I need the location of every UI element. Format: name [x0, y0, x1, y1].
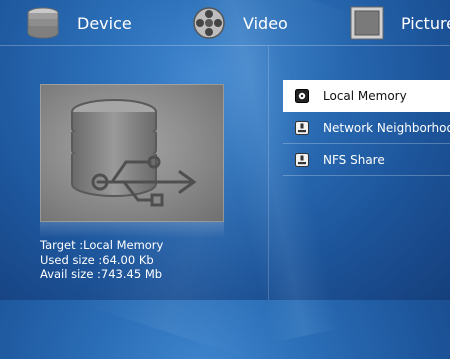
- source-list: Local Memory Network Neighborhood NFS Sh…: [283, 80, 450, 176]
- tab-picture-label: Picture: [401, 13, 450, 33]
- network-drive-icon: [295, 152, 309, 167]
- used-size-text: Used size :64.00 Kb: [40, 252, 154, 267]
- avail-size-text: Avail size :743.45 Mb: [40, 267, 163, 281]
- list-item-nfs-share[interactable]: NFS Share: [283, 144, 450, 176]
- tab-video[interactable]: Video: [192, 0, 288, 46]
- network-drive-icon: [295, 120, 309, 135]
- target-text: Target :Local Memory: [40, 238, 164, 252]
- picture-frame-icon: [350, 6, 384, 40]
- tab-video-label: Video: [243, 13, 288, 33]
- storage-info: Target :Local Memory Used size :64.00 Kb…: [40, 238, 163, 282]
- usb-database-icon: [71, 99, 197, 207]
- list-item-local-memory[interactable]: Local Memory: [283, 80, 450, 112]
- list-item-label: NFS Share: [323, 152, 385, 167]
- device-preview: [40, 84, 224, 222]
- list-item-label: Local Memory: [323, 88, 407, 103]
- nav-divider: [0, 45, 450, 46]
- drive-icon: [295, 88, 309, 103]
- database-icon: [27, 7, 59, 39]
- tab-device[interactable]: Device: [26, 0, 132, 46]
- top-nav: Device Video Picture: [0, 0, 450, 46]
- tab-device-label: Device: [77, 13, 132, 33]
- film-reel-icon: [193, 7, 225, 39]
- list-item-label: Network Neighborhood: [323, 120, 450, 135]
- tab-picture[interactable]: Picture: [350, 0, 450, 46]
- panel-divider: [268, 46, 269, 300]
- list-item-network-neighborhood[interactable]: Network Neighborhood: [283, 112, 450, 144]
- preview-reflection: [40, 222, 224, 238]
